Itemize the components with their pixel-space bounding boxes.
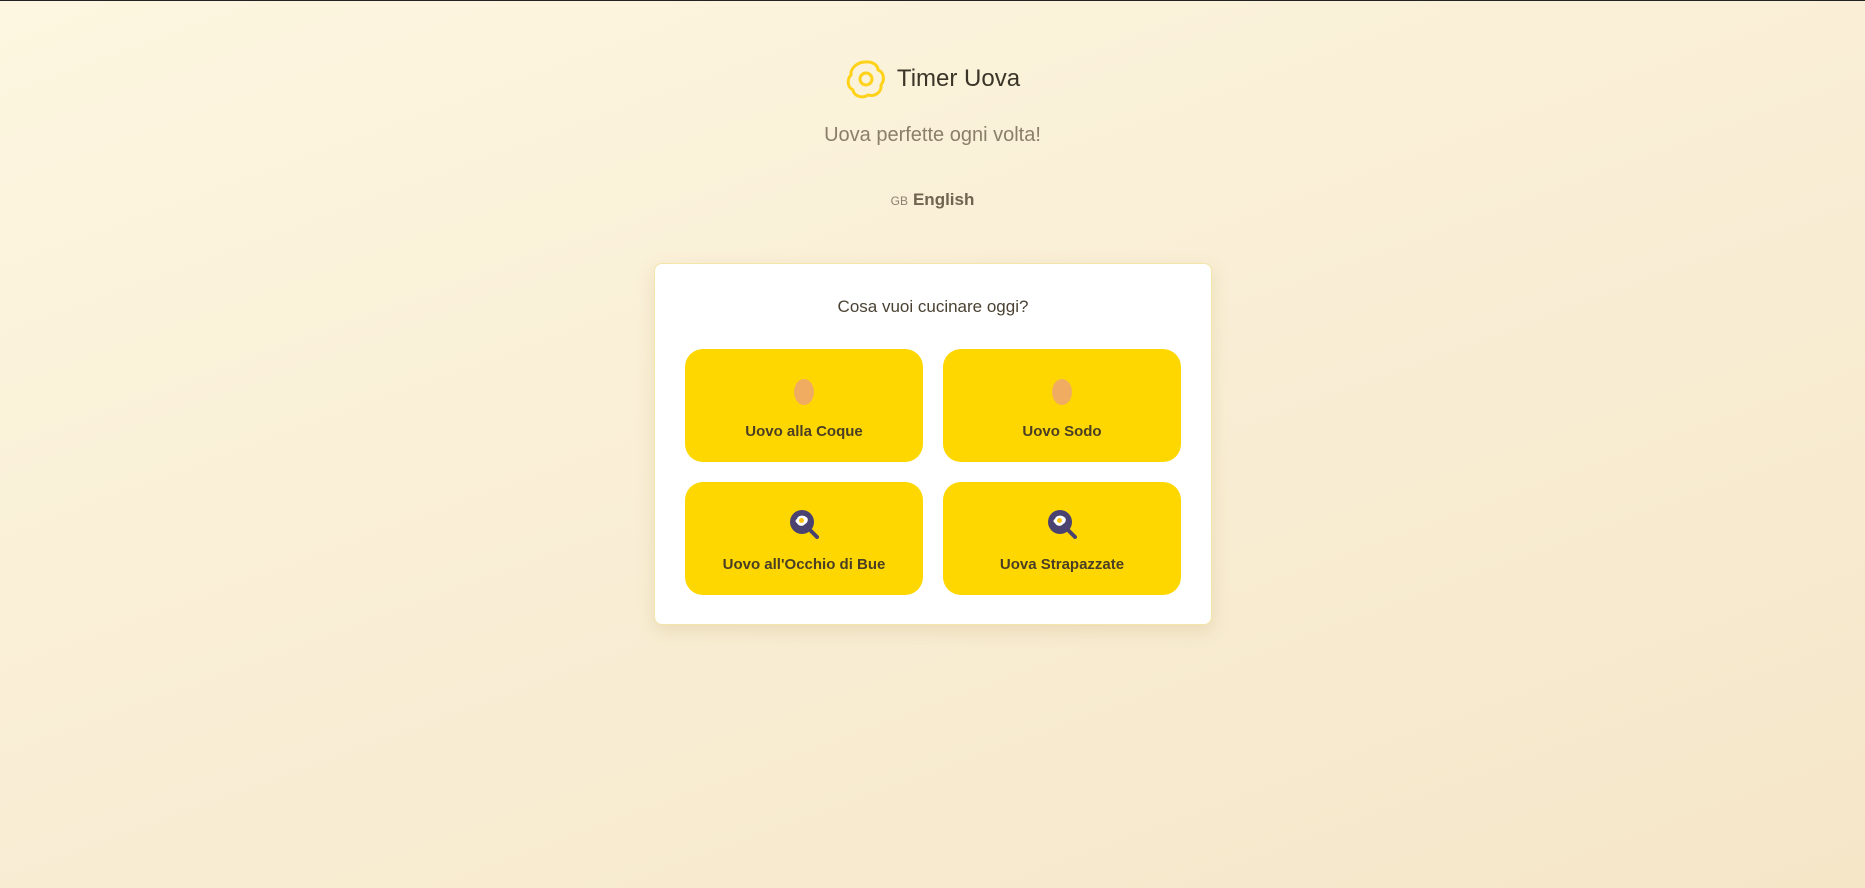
option-scrambled-button[interactable]: Uova Strapazzate xyxy=(943,482,1181,595)
option-hard-boiled-button[interactable]: Uovo Sodo xyxy=(943,349,1181,462)
option-fried-egg-button[interactable]: Uovo all'Occhio di Bue xyxy=(685,482,923,595)
option-label: Uovo alla Coque xyxy=(745,423,863,440)
language-label: English xyxy=(912,190,975,209)
option-label: Uovo all'Occhio di Bue xyxy=(722,556,886,573)
top-border xyxy=(0,0,1865,1)
egg-type-card: Cosa vuoi cucinare oggi? Uovo alla Coque… xyxy=(654,263,1212,625)
option-soft-boiled-button[interactable]: Uovo alla Coque xyxy=(685,349,923,462)
egg-icon xyxy=(794,379,814,405)
fried-egg-icon xyxy=(846,60,885,99)
frying-pan-icon xyxy=(1048,510,1077,539)
option-label: Uova Strapazzate xyxy=(999,556,1125,573)
option-label: Uovo Sodo xyxy=(1022,423,1102,440)
app-title: Timer Uova xyxy=(896,65,1021,92)
frying-pan-icon xyxy=(790,510,819,539)
app-subtitle: Uova perfette ogni volta! xyxy=(824,124,1041,146)
card-question: Cosa vuoi cucinare oggi? xyxy=(837,297,1029,316)
language-switcher: GB English xyxy=(0,188,1865,212)
app-header: Timer Uova xyxy=(0,58,1865,100)
flag-gb-icon: GB xyxy=(890,194,908,208)
language-button[interactable]: GB English xyxy=(885,188,981,212)
egg-icon xyxy=(1052,379,1072,405)
